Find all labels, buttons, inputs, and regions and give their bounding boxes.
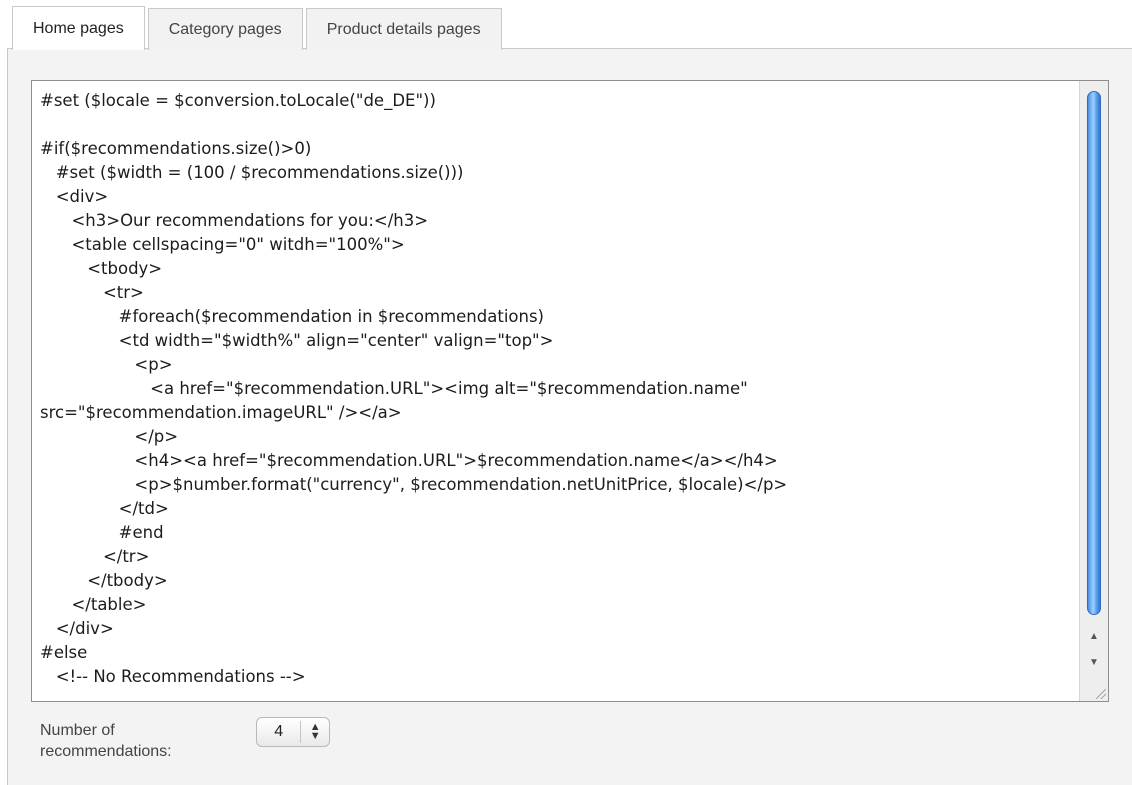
code-line: </tr> xyxy=(40,547,150,566)
code-line: </p> xyxy=(40,427,179,446)
code-line: </div> xyxy=(40,619,114,638)
code-line: <p> xyxy=(40,355,173,374)
code-line: #foreach($recommendation in $recommendat… xyxy=(40,307,544,326)
code-line: <!-- No Recommendations --> xyxy=(40,667,306,686)
up-down-arrows-icon[interactable]: ▲ ▼ xyxy=(301,722,329,742)
code-line: <td width="$width%" align="center" valig… xyxy=(40,331,554,350)
tab-bar: Home pages Category pages Product detail… xyxy=(12,6,505,50)
code-line: <a href="$recommendation.URL"><img alt="… xyxy=(40,379,748,398)
number-of-recommendations-stepper[interactable]: 4 ▲ ▼ xyxy=(256,717,330,747)
code-line: #set ($width = (100 / $recommendations.s… xyxy=(40,163,464,182)
code-line: </td> xyxy=(40,499,169,518)
code-line: <h4><a href="$recommendation.URL">$recom… xyxy=(40,451,778,470)
code-line: <tbody> xyxy=(40,259,163,278)
number-of-recommendations-label: Number of recommendations: xyxy=(40,722,172,760)
code-line: <table cellspacing="0" witdh="100%"> xyxy=(40,235,405,254)
code-line: </tbody> xyxy=(40,571,168,590)
code-line: #else xyxy=(40,643,88,662)
code-line: <h3>Our recommendations for you:</h3> xyxy=(40,211,429,230)
template-editor-window: Home pages Category pages Product detail… xyxy=(0,0,1132,785)
down-arrow-icon[interactable]: ▼ xyxy=(1086,655,1102,671)
code-text-area[interactable]: #set ($locale = $conversion.toLocale("de… xyxy=(32,81,1077,701)
resize-grip-icon[interactable] xyxy=(1096,689,1106,699)
code-line: #end xyxy=(40,523,164,542)
stepper-value: 4 xyxy=(274,723,284,740)
up-arrow-icon[interactable]: ▲ xyxy=(1086,629,1102,645)
tab-product-details-pages[interactable]: Product details pages xyxy=(305,8,502,50)
code-line: <div> xyxy=(40,187,109,206)
scroll-thumb[interactable] xyxy=(1087,91,1101,615)
code-line: <p>$number.format("currency", $recommend… xyxy=(40,475,788,494)
tab-home-pages[interactable]: Home pages xyxy=(12,6,145,50)
vertical-scrollbar[interactable]: ▲ ▼ xyxy=(1079,81,1108,701)
template-code-editor[interactable]: #set ($locale = $conversion.toLocale("de… xyxy=(31,80,1109,702)
tab-category-pages[interactable]: Category pages xyxy=(147,8,303,50)
code-line: src="$recommendation.imageURL" /></a> xyxy=(40,403,402,422)
code-line: #if($recommendations.size()>0) xyxy=(40,139,312,158)
code-line: <tr> xyxy=(40,283,144,302)
code-line: </table> xyxy=(40,595,147,614)
code-line: #set ($locale = $conversion.toLocale("de… xyxy=(40,91,436,110)
